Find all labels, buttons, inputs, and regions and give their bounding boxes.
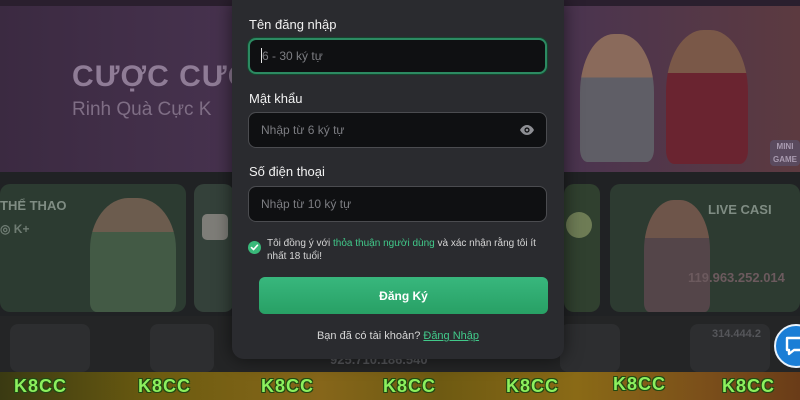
lottery-ball-image (566, 212, 592, 238)
game-thumbnail[interactable] (560, 324, 620, 372)
login-prompt-row: Bạn đã có tài khoản? Đăng Nhập (232, 330, 564, 342)
footballer-image (666, 30, 748, 164)
banner-subtitle: Rinh Quà Cực K (72, 99, 212, 120)
text-caret (261, 48, 262, 63)
register-modal: Tên đăng nhập Mật khẩu Số điện thoại Tôi… (232, 0, 564, 359)
game-thumbnail[interactable] (150, 324, 214, 372)
username-label: Tên đăng nhập (249, 17, 337, 32)
brand-logo: K8CC (722, 376, 776, 396)
checkmark-icon (250, 244, 259, 251)
eye-icon[interactable] (519, 122, 535, 138)
casino-dice-card[interactable] (194, 184, 234, 312)
login-prompt-text: Bạn đã có tài khoản? (316, 330, 424, 342)
game-thumbnail[interactable] (10, 324, 90, 372)
brand-logo: K8CC (613, 374, 667, 394)
brand-logo: K8CC (383, 376, 437, 396)
goalkeeper-image (90, 198, 176, 312)
footballer-image (580, 34, 654, 162)
brand-logo: K8CC (261, 376, 315, 396)
username-input[interactable] (248, 38, 547, 74)
agreement-checkbox[interactable] (248, 241, 261, 254)
agreement-text: Tôi đồng ý với thỏa thuận người dùng và … (267, 237, 543, 263)
lottery-card[interactable] (564, 184, 600, 312)
live-casino-jackpot: 119.963.252.014 (688, 270, 785, 285)
sports-card-title: THỂ THAO (0, 198, 67, 213)
brand-logo: K8CC (138, 376, 192, 396)
dealer-image (644, 200, 710, 312)
register-button[interactable]: Đăng Ký (259, 277, 548, 314)
phone-label: Số điện thoại (249, 164, 325, 179)
user-agreement-link[interactable]: thỏa thuận người dùng (333, 238, 435, 249)
password-input[interactable] (248, 112, 547, 148)
brand-logo: K8CC (14, 376, 68, 396)
jackpot-counter: 314.444.2 (712, 328, 761, 340)
brand-logo: K8CC (506, 376, 560, 396)
phone-input[interactable] (248, 186, 547, 222)
login-link[interactable]: Đăng Nhập (423, 330, 479, 342)
chat-bubble-icon (785, 336, 800, 356)
password-label: Mật khẩu (249, 91, 303, 106)
live-casino-card[interactable]: LIVE CASI 119.963.252.014 (610, 184, 800, 312)
sports-provider-logos: ◎ K+ (0, 222, 30, 236)
agreement-prefix: Tôi đồng ý với (267, 238, 334, 249)
dice-image (202, 214, 228, 240)
sports-card[interactable]: THỂ THAO ◎ K+ (0, 184, 186, 312)
mini-game-button[interactable]: MINI GAME (770, 140, 800, 166)
live-casino-title: LIVE CASI (708, 202, 772, 217)
